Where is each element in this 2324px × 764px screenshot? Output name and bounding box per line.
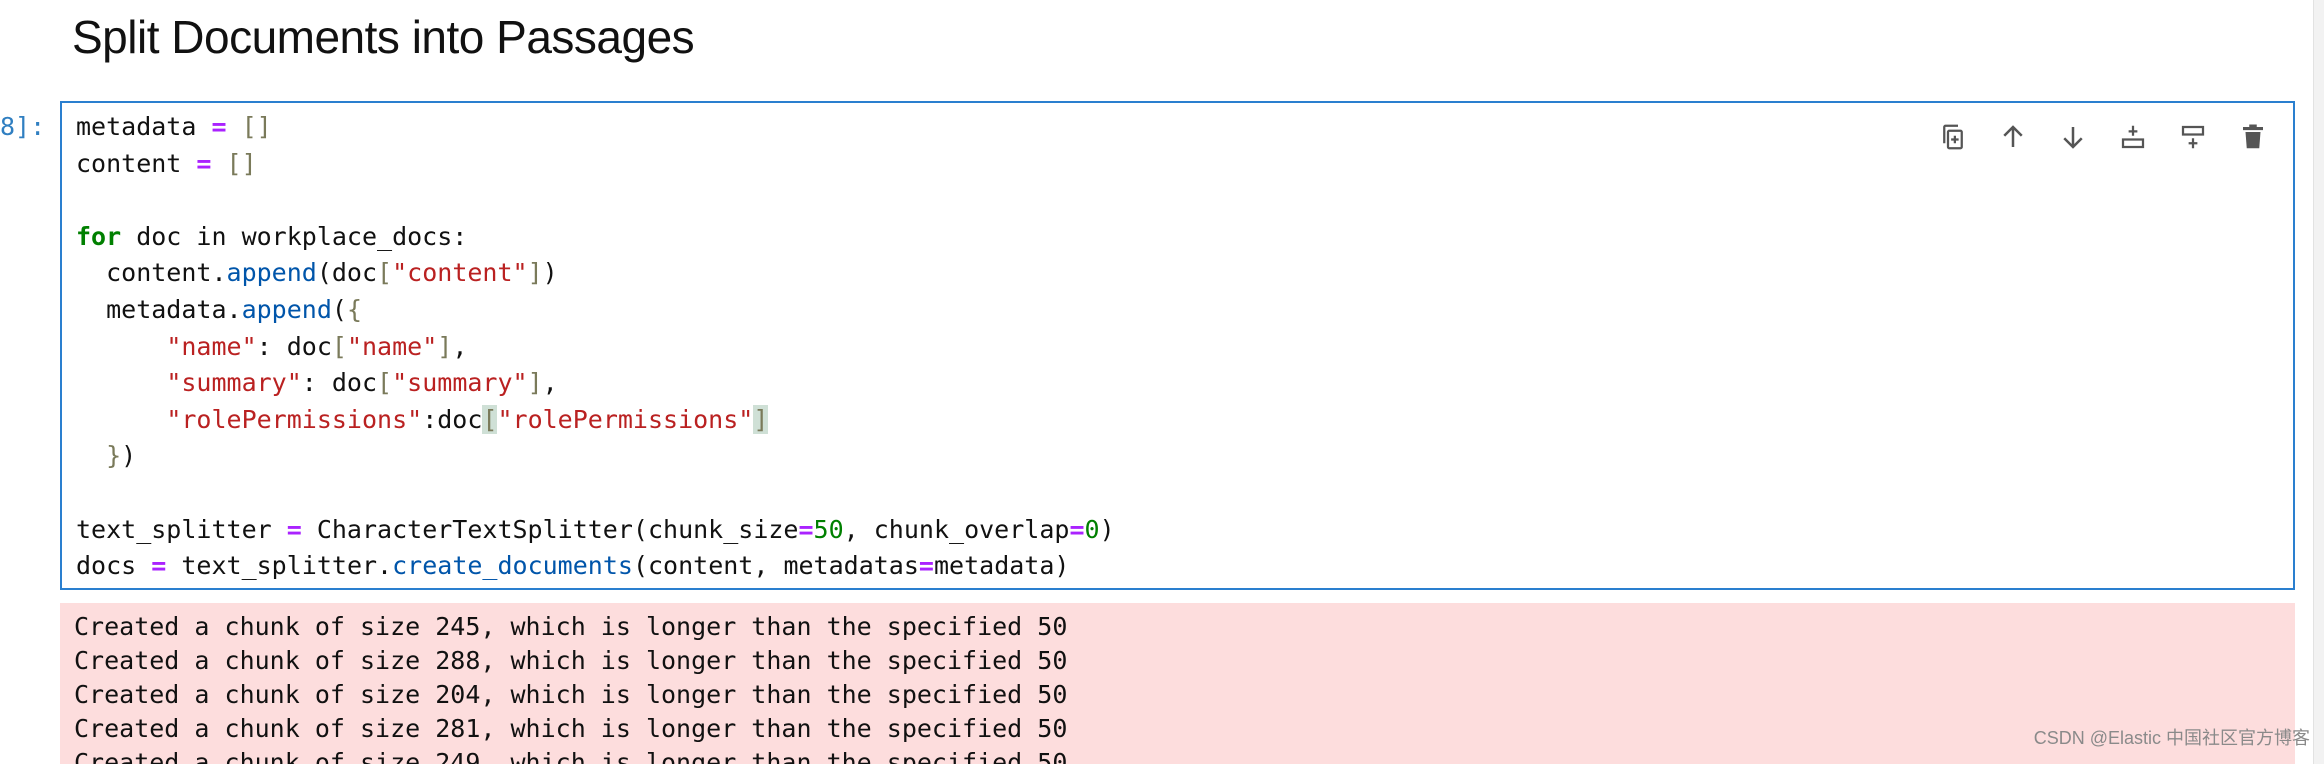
insert-below-icon (2181, 125, 2205, 149)
code-editor[interactable]: metadata = [] content = [] for doc in wo… (76, 109, 1115, 585)
arrow-down-icon (2063, 127, 2083, 149)
section-heading: Split Documents into Passages (72, 11, 695, 63)
trash-icon (2243, 124, 2263, 149)
move-down-button[interactable] (2043, 113, 2103, 161)
insert-below-button[interactable] (2163, 113, 2223, 161)
duplicate-cell-button[interactable] (1923, 113, 1983, 161)
arrow-up-icon (2003, 125, 2023, 147)
insert-above-icon (2121, 125, 2145, 149)
move-up-button[interactable] (1983, 113, 2043, 161)
copy-icon (1943, 124, 1963, 150)
delete-cell-button[interactable] (2223, 113, 2283, 161)
cell-output-stderr: Created a chunk of size 245, which is lo… (60, 603, 2295, 764)
cell-toolbar (1923, 113, 2283, 161)
code-cell-input[interactable]: metadata = [] content = [] for doc in wo… (60, 101, 2295, 590)
page-scrollbar[interactable] (2313, 0, 2324, 764)
insert-above-button[interactable] (2103, 113, 2163, 161)
output-text: Created a chunk of size 245, which is lo… (74, 612, 1068, 764)
watermark: CSDN @Elastic 中国社区官方博客 (2033, 728, 2310, 748)
cell-prompt: 8]: (0, 112, 46, 141)
